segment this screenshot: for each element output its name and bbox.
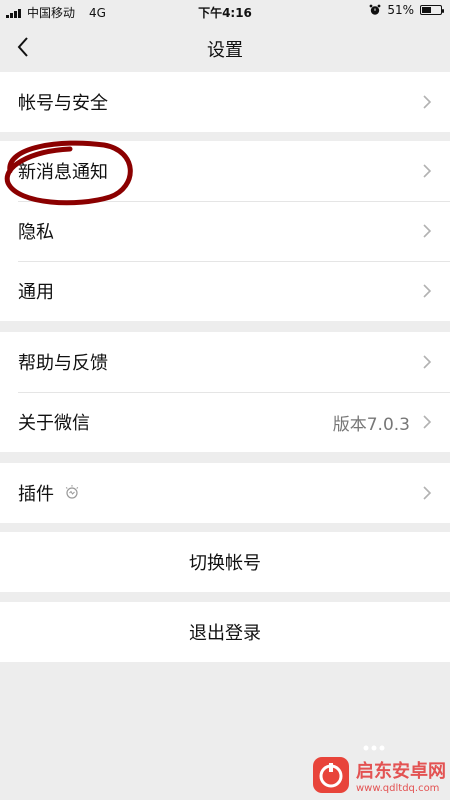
switch-account-group: 切换帐号 [0, 532, 450, 592]
settings-group-general: 新消息通知 隐私 通用 [0, 141, 450, 321]
settings-item-general[interactable]: 通用 [0, 261, 450, 321]
switch-account-button[interactable]: 切换帐号 [0, 532, 450, 592]
settings-item-privacy[interactable]: 隐私 [0, 201, 450, 261]
battery-icon [420, 5, 444, 15]
watermark-title: 启东安卓网 [356, 760, 446, 782]
chevron-right-icon [423, 486, 432, 500]
settings-item-notifications[interactable]: 新消息通知 [0, 141, 450, 201]
settings-item-about[interactable]: 关于微信 版本7.0.3 [0, 392, 450, 452]
battery-percent: 51% [387, 3, 414, 17]
settings-item-label: 新消息通知 [18, 162, 108, 183]
settings-group-account: 帐号与安全 [0, 72, 450, 132]
settings-group-help: 帮助与反馈 关于微信 版本7.0.3 [0, 332, 450, 452]
plugin-icon [65, 485, 79, 499]
watermark-url: www.qdltdq.com [356, 782, 440, 794]
chevron-right-icon [423, 164, 432, 178]
settings-item-label: 通用 [18, 282, 54, 303]
watermark-text: 启东安卓网 www.qdltdq.com [356, 757, 446, 794]
settings-item-label: 帐号与安全 [18, 93, 108, 114]
settings-item-plugins[interactable]: 插件 [0, 463, 450, 523]
nav-bar: 设置 [0, 24, 450, 70]
chevron-right-icon [423, 95, 432, 109]
version-value: 版本7.0.3 [332, 414, 410, 435]
status-bar: 中国移动 4G 下午4:16 51% [0, 0, 450, 24]
alarm-clock-icon [369, 4, 381, 15]
logout-group: 退出登录 [0, 602, 450, 662]
settings-item-help-feedback[interactable]: 帮助与反馈 [0, 332, 450, 392]
watermark-logo [313, 757, 349, 793]
page-title: 设置 [207, 40, 243, 61]
logout-button[interactable]: 退出登录 [0, 602, 450, 662]
decorative-dots [363, 745, 385, 751]
chevron-right-icon [423, 415, 432, 429]
settings-item-label: 帮助与反馈 [18, 353, 108, 374]
settings-item-label: 隐私 [18, 222, 54, 243]
settings-item-label: 插件 [18, 484, 54, 505]
chevron-right-icon [423, 284, 432, 298]
settings-item-label: 关于微信 [18, 413, 90, 434]
status-right: 51% [369, 3, 444, 17]
settings-group-plugins: 插件 [0, 463, 450, 523]
chevron-right-icon [423, 224, 432, 238]
chevron-right-icon [423, 355, 432, 369]
watermark: 启东安卓网 www.qdltdq.com [312, 756, 446, 794]
settings-item-account-security[interactable]: 帐号与安全 [0, 72, 450, 132]
